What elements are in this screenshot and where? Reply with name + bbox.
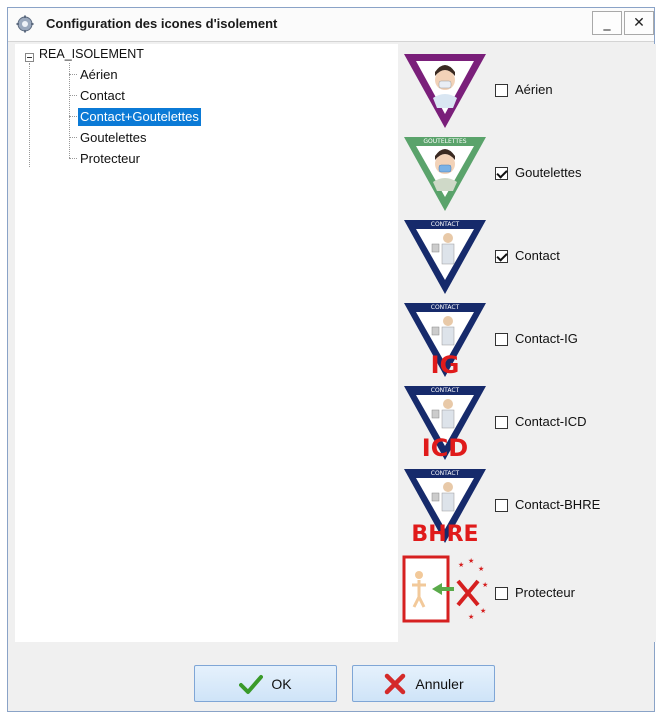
contact-ig-banner: CONTACT bbox=[431, 304, 460, 311]
tree-item-goutelettes[interactable]: Goutelettes bbox=[78, 129, 149, 147]
aerien-icon bbox=[404, 54, 486, 128]
svg-text:★: ★ bbox=[482, 581, 488, 589]
tree-root-label[interactable]: REA_ISOLEMENT bbox=[39, 47, 144, 61]
icon-row-contact: CONTACT Contact bbox=[398, 216, 656, 298]
checkbox-contact[interactable] bbox=[495, 250, 508, 263]
minimize-button[interactable]: _ bbox=[592, 11, 622, 35]
checkbox-label-contact-bhre[interactable]: Contact-BHRE bbox=[515, 497, 600, 512]
tree-connector bbox=[69, 158, 77, 159]
tree-connector bbox=[69, 74, 77, 75]
ok-button[interactable]: OK bbox=[194, 665, 337, 702]
contact-ig-icon: CONTACT IG bbox=[404, 303, 486, 379]
tree-item-protecteur[interactable]: Protecteur bbox=[78, 150, 142, 168]
tree-connector bbox=[69, 95, 77, 96]
icon-row-goutelettes: GOUTELETTES Goutelettes bbox=[398, 133, 656, 215]
svg-text:★: ★ bbox=[468, 613, 474, 621]
icon-row-protecteur: ★ ★ ★ ★ ★ ★ Protecteur bbox=[398, 553, 656, 635]
icon-row-contact-ig: CONTACT IG Contact-IG bbox=[398, 299, 656, 381]
tree-item-contact-goutelettes[interactable]: Contact+Goutelettes bbox=[78, 108, 201, 126]
checkbox-contact-bhre[interactable] bbox=[495, 499, 508, 512]
cancel-label: Annuler bbox=[415, 675, 464, 692]
contact-icd-banner: CONTACT bbox=[431, 387, 460, 394]
contact-bhre-overlay: BHRE bbox=[411, 522, 478, 545]
contact-bhre-icon: CONTACT BHRE bbox=[404, 469, 486, 545]
checkbox-goutelettes[interactable] bbox=[495, 167, 508, 180]
collapse-toggle-icon[interactable] bbox=[25, 53, 34, 62]
contact-ig-overlay: IG bbox=[431, 351, 460, 379]
icon-row-contact-bhre: CONTACT BHRE Contact-BHRE bbox=[398, 465, 656, 547]
svg-text:★: ★ bbox=[478, 565, 484, 573]
checkbox-label-contact-icd[interactable]: Contact-ICD bbox=[515, 414, 587, 429]
goutelettes-icon: GOUTELETTES bbox=[404, 137, 486, 211]
window-title: Configuration des icones d'isolement bbox=[46, 16, 278, 31]
minimize-icon: _ bbox=[603, 15, 611, 31]
svg-text:★: ★ bbox=[458, 561, 464, 569]
goutelettes-banner: GOUTELETTES bbox=[423, 138, 466, 145]
tree-item-contact[interactable]: Contact bbox=[78, 87, 127, 105]
close-icon: ✕ bbox=[633, 15, 645, 31]
tree-item-aerien[interactable]: Aérien bbox=[78, 66, 120, 84]
contact-icon: CONTACT bbox=[404, 220, 486, 294]
icon-row-contact-icd: CONTACT ICD Contact-ICD bbox=[398, 382, 656, 464]
gear-icon bbox=[16, 15, 34, 33]
cancel-button[interactable]: Annuler bbox=[352, 665, 495, 702]
checkbox-aerien[interactable] bbox=[495, 84, 508, 97]
svg-text:★: ★ bbox=[468, 557, 474, 565]
contact-bhre-banner: CONTACT bbox=[431, 470, 460, 477]
close-button[interactable]: ✕ bbox=[624, 11, 654, 35]
checkbox-label-aerien[interactable]: Aérien bbox=[515, 82, 553, 97]
checkmark-icon bbox=[239, 674, 264, 694]
protecteur-icon: ★ ★ ★ ★ ★ ★ bbox=[402, 555, 488, 623]
svg-text:★: ★ bbox=[480, 607, 486, 615]
contact-icd-overlay: ICD bbox=[422, 434, 468, 462]
cross-icon bbox=[385, 673, 406, 694]
tree-connector bbox=[69, 116, 77, 117]
checkbox-contact-ig[interactable] bbox=[495, 333, 508, 346]
checkbox-contact-icd[interactable] bbox=[495, 416, 508, 429]
checkbox-label-protecteur[interactable]: Protecteur bbox=[515, 585, 575, 600]
contact-banner: CONTACT bbox=[431, 221, 460, 228]
ok-label: OK bbox=[271, 675, 292, 692]
tree-panel[interactable]: REA_ISOLEMENT Aérien Contact Contact+Gou… bbox=[15, 44, 398, 642]
title-bar[interactable]: Configuration des icones d'isolement _ ✕ bbox=[8, 8, 654, 42]
icon-row-aerien: Aérien bbox=[398, 50, 656, 132]
checkbox-protecteur[interactable] bbox=[495, 587, 508, 600]
checkbox-label-contact-ig[interactable]: Contact-IG bbox=[515, 331, 578, 346]
tree-connector bbox=[29, 63, 30, 167]
checkbox-label-contact[interactable]: Contact bbox=[515, 248, 560, 263]
icon-panel: Aérien GOUTELETTES Goutelettes CONTACT C… bbox=[398, 44, 656, 642]
tree-connector bbox=[69, 137, 77, 138]
tree-connector bbox=[69, 63, 70, 158]
dialog-window: Configuration des icones d'isolement _ ✕… bbox=[7, 7, 656, 712]
checkbox-label-goutelettes[interactable]: Goutelettes bbox=[515, 165, 582, 180]
contact-icd-icon: CONTACT ICD bbox=[404, 386, 486, 462]
